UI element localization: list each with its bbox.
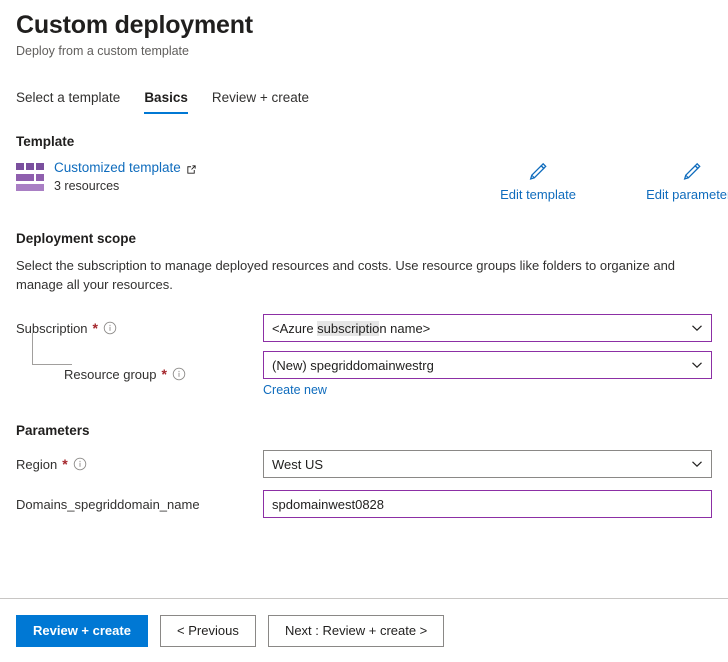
template-summary-row: Customized template 3 resources bbox=[16, 159, 712, 201]
tab-select-a-template[interactable]: Select a template bbox=[16, 89, 120, 114]
page-title: Custom deployment bbox=[16, 10, 712, 40]
pencil-icon bbox=[527, 159, 549, 185]
previous-button[interactable]: < Previous bbox=[160, 615, 256, 647]
chevron-down-icon bbox=[691, 322, 703, 334]
page-header: Custom deployment Deploy from a custom t… bbox=[0, 0, 728, 60]
domain-name-label-group: Domains_spegriddomain_name bbox=[16, 497, 263, 512]
chevron-down-icon bbox=[691, 458, 703, 470]
template-resource-count: 3 resources bbox=[54, 178, 197, 195]
page-subtitle: Deploy from a custom template bbox=[16, 42, 712, 60]
domain-name-row: Domains_spegriddomain_name spdomainwest0… bbox=[16, 488, 712, 520]
resource-group-field-wrap: (New) spegriddomainwestrg Create new bbox=[263, 351, 712, 397]
external-link-icon bbox=[186, 162, 197, 173]
main-content: Template Customized template bbox=[0, 134, 728, 520]
edit-template-label: Edit template bbox=[500, 187, 576, 202]
review-create-button[interactable]: Review + create bbox=[16, 615, 148, 647]
edit-template-button[interactable]: Edit template bbox=[486, 159, 590, 202]
region-select[interactable]: West US bbox=[263, 450, 712, 478]
region-label-group: Region * bbox=[16, 457, 263, 472]
subscription-value: <Azure subscription name> bbox=[272, 321, 691, 336]
template-edit-actions: Edit template Edit parameters bbox=[486, 159, 728, 202]
resource-group-label: Resource group bbox=[64, 367, 157, 382]
subscription-label: Subscription bbox=[16, 321, 88, 336]
required-asterisk: * bbox=[62, 459, 67, 469]
deployment-scope-description: Select the subscription to manage deploy… bbox=[16, 256, 676, 294]
subscription-row: Subscription * <Azure subscription name> bbox=[16, 312, 712, 344]
region-row: Region * West US bbox=[16, 448, 712, 480]
subscription-field-wrap: <Azure subscription name> bbox=[263, 314, 712, 342]
customized-template-label: Customized template bbox=[54, 159, 181, 176]
tab-bar: Select a template Basics Review + create bbox=[0, 84, 728, 114]
domain-name-input-box[interactable]: spdomainwest0828 bbox=[263, 490, 712, 518]
next-review-create-button[interactable]: Next : Review + create > bbox=[268, 615, 444, 647]
region-value: West US bbox=[272, 457, 691, 472]
pencil-icon bbox=[681, 159, 703, 185]
edit-parameters-button[interactable]: Edit parameters bbox=[640, 159, 728, 202]
subscription-select[interactable]: <Azure subscription name> bbox=[263, 314, 712, 342]
edit-parameters-label: Edit parameters bbox=[646, 187, 728, 202]
domain-name-label: Domains_spegriddomain_name bbox=[16, 497, 200, 512]
footer-action-bar: Review + create < Previous Next : Review… bbox=[0, 598, 728, 662]
info-icon[interactable] bbox=[172, 367, 186, 381]
domain-name-field-wrap: spdomainwest0828 bbox=[263, 490, 712, 518]
info-icon[interactable] bbox=[73, 457, 87, 471]
info-icon[interactable] bbox=[103, 321, 117, 335]
chevron-down-icon bbox=[691, 359, 703, 371]
resource-group-row: Resource group * (New) spegriddomainwest… bbox=[16, 351, 712, 397]
tab-basics[interactable]: Basics bbox=[144, 89, 188, 114]
template-details: Customized template 3 resources bbox=[54, 159, 197, 195]
resource-group-label-group: Resource group * bbox=[16, 367, 263, 382]
template-section-heading: Template bbox=[16, 134, 712, 149]
template-blocks-icon bbox=[16, 163, 44, 191]
region-label: Region bbox=[16, 457, 57, 472]
required-asterisk: * bbox=[162, 369, 167, 379]
region-field-wrap: West US bbox=[263, 450, 712, 478]
domain-name-value: spdomainwest0828 bbox=[272, 497, 703, 512]
parameters-heading: Parameters bbox=[16, 423, 712, 438]
tab-review-create[interactable]: Review + create bbox=[212, 89, 309, 114]
create-new-resource-group-link[interactable]: Create new bbox=[263, 383, 327, 397]
customized-template-link[interactable]: Customized template bbox=[54, 159, 197, 176]
resource-group-value: (New) spegriddomainwestrg bbox=[272, 358, 691, 373]
resource-group-select[interactable]: (New) spegriddomainwestrg bbox=[263, 351, 712, 379]
deployment-scope-heading: Deployment scope bbox=[16, 231, 712, 246]
subscription-label-group: Subscription * bbox=[16, 321, 263, 336]
required-asterisk: * bbox=[93, 323, 98, 333]
